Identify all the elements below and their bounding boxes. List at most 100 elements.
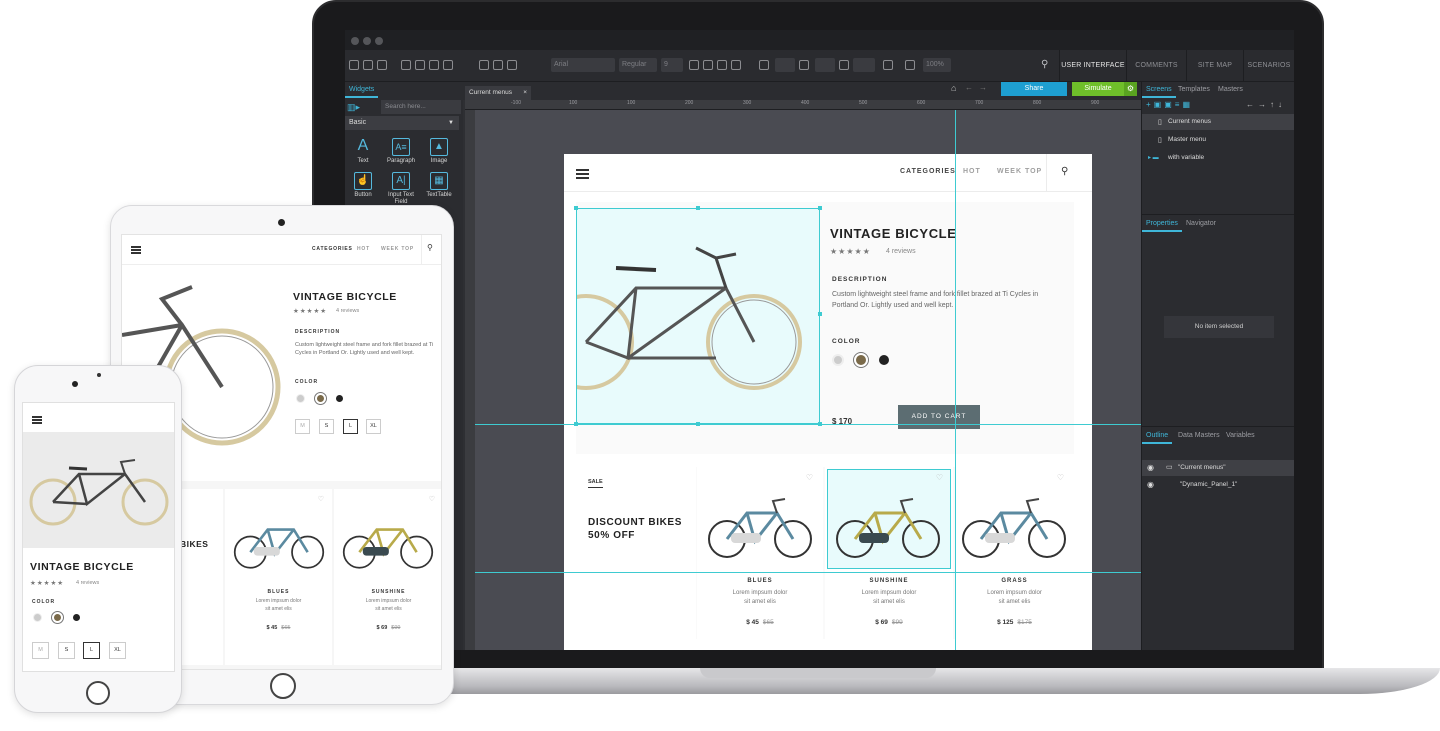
resize-handle[interactable] [574,206,578,210]
size-l[interactable]: L [343,419,358,434]
nav-week-top[interactable]: WEEK TOP [381,246,414,252]
color-swatch-black[interactable] [73,614,80,621]
font-style-field[interactable]: Regular [619,58,657,72]
resize-handle[interactable] [818,206,822,210]
guide-line[interactable] [475,572,1141,573]
tab-data-masters[interactable]: Data Masters [1174,428,1224,444]
nav-hot[interactable]: HOT [357,246,370,252]
document-tab[interactable]: Current menus × [465,86,531,100]
selection-box[interactable] [827,469,951,569]
search-icon[interactable]: ⚲ [1061,166,1068,177]
nav-hot[interactable]: HOT [963,168,981,175]
color-swatch-brown[interactable] [51,611,64,624]
selection-box[interactable] [576,208,820,424]
widget-paragraph[interactable]: A≡ Paragraph [383,138,419,170]
copy-icon[interactable] [401,60,411,70]
size-m[interactable]: M [295,419,310,434]
fill-field[interactable] [853,58,875,72]
tablet-home-button[interactable] [270,673,296,699]
reviews-count[interactable]: 4 reviews [336,308,359,314]
color-swatch-grey[interactable] [33,613,42,622]
italic-icon[interactable] [703,60,713,70]
color-swatch-black[interactable] [879,355,889,365]
window-close-dot[interactable] [351,37,359,45]
bold-icon[interactable] [689,60,699,70]
product-card-grass[interactable]: ♡ GRASS Lorem impsum dolor sit amet elis… [955,467,1074,639]
size-l[interactable]: L [83,642,100,659]
tab-user-interface[interactable]: USER INTERFACE [1059,50,1126,82]
resize-handle[interactable] [818,312,822,316]
underline-icon[interactable] [717,60,727,70]
heart-icon[interactable]: ♡ [429,495,435,503]
paste-icon[interactable] [429,60,439,70]
library-dropdown[interactable]: Basic ▼ [345,116,459,130]
window-minimize-dot[interactable] [363,37,371,45]
library-icon[interactable]: ▥▸ [347,101,377,113]
menu-icon[interactable] [32,416,42,418]
outline-item-current-menus[interactable]: "Current menus" [1142,460,1294,476]
product-card-sunshine[interactable]: ♡ SUNSHINE Lorem impsum dolor sit amet e… [334,489,441,665]
heart-icon[interactable]: ♡ [806,473,813,482]
search-icon[interactable]: ⚲ [1041,58,1055,72]
guide-line[interactable] [955,110,956,650]
reorder-arrows-icon[interactable]: ←→↑↓ [1246,100,1286,109]
size-s[interactable]: S [58,642,75,659]
size-m[interactable]: M [32,642,49,659]
screen-item-current-menus[interactable]: Current menus [1142,114,1294,130]
fill-icon[interactable] [839,60,849,70]
size-xl[interactable]: XL [109,642,126,659]
product-card-blues[interactable]: ♡ BLUES Lorem impsum dolor sit amet elis… [697,467,823,639]
tab-variables[interactable]: Variables [1222,428,1259,444]
reviews-count[interactable]: 4 reviews [76,580,99,586]
text-color-icon[interactable] [759,60,769,70]
menu-icon[interactable] [576,169,589,171]
eraser-icon[interactable] [507,60,517,70]
design-canvas[interactable]: CATEGORIES HOT WEEK TOP ⚲ VINTAGE BICYCL… [475,110,1141,650]
text-color-field[interactable] [775,58,795,72]
align-icon[interactable] [731,60,741,70]
tab-outline[interactable]: Outline [1142,428,1173,444]
tab-comments[interactable]: COMMENTS [1126,50,1186,82]
tab-screens[interactable]: Screens [1142,82,1176,98]
tab-scenarios[interactable]: SCENARIOS [1243,50,1294,82]
font-size-field[interactable]: 9 [661,58,683,72]
arrange-icon[interactable] [883,60,893,70]
folder-icon[interactable]: ▸ ▬ [1148,154,1159,161]
share-button[interactable]: Share [1001,82,1067,96]
search-icon[interactable]: ⚲ [427,243,433,252]
tab-masters[interactable]: Masters [1214,82,1247,98]
product-card-sunshine[interactable]: ♡ SUNSHINE Lorem impsum dolor sit amet e… [825,467,953,639]
widget-search-input[interactable]: Search here... [381,100,461,114]
new-file-icon[interactable] [349,60,359,70]
back-icon[interactable]: ← [965,83,973,92]
nav-categories[interactable]: CATEGORIES [900,168,956,175]
screen-item-master-menu[interactable]: Master menu [1142,132,1294,148]
tab-templates[interactable]: Templates [1174,82,1214,98]
align-objects-icon[interactable] [905,60,915,70]
nav-categories[interactable]: CATEGORIES [312,246,353,252]
phone-home-button[interactable] [86,681,110,705]
home-icon[interactable]: ⌂ [951,83,956,93]
widget-image[interactable]: ▲ Image [421,138,457,170]
zoom-field[interactable]: 100% [923,58,951,72]
reviews-count[interactable]: 4 reviews [886,248,916,255]
product-card-blues[interactable]: ♡ BLUES Lorem impsum dolor sit amet elis… [225,489,332,665]
color-swatch-brown[interactable] [314,392,327,405]
forward-icon[interactable]: → [979,83,987,92]
eye-icon[interactable]: ◉ [1147,480,1154,489]
line-color-field[interactable] [815,58,835,72]
pen-icon[interactable] [493,60,503,70]
resize-handle[interactable] [696,206,700,210]
window-maximize-dot[interactable] [375,37,383,45]
heart-icon[interactable]: ♡ [1057,473,1064,482]
color-swatch-grey[interactable] [832,354,844,366]
color-swatch-brown[interactable] [853,352,869,368]
open-file-icon[interactable] [363,60,373,70]
tab-widgets[interactable]: Widgets [345,82,379,98]
eye-icon[interactable]: ◉ [1147,463,1154,472]
outline-item-dynamic-panel[interactable]: "Dynamic_Panel_1" [1142,477,1294,493]
screen-item-with-variable[interactable]: with variable [1142,150,1294,166]
guide-line[interactable] [475,424,1141,425]
menu-icon[interactable] [131,246,141,248]
size-xl[interactable]: XL [366,419,381,434]
